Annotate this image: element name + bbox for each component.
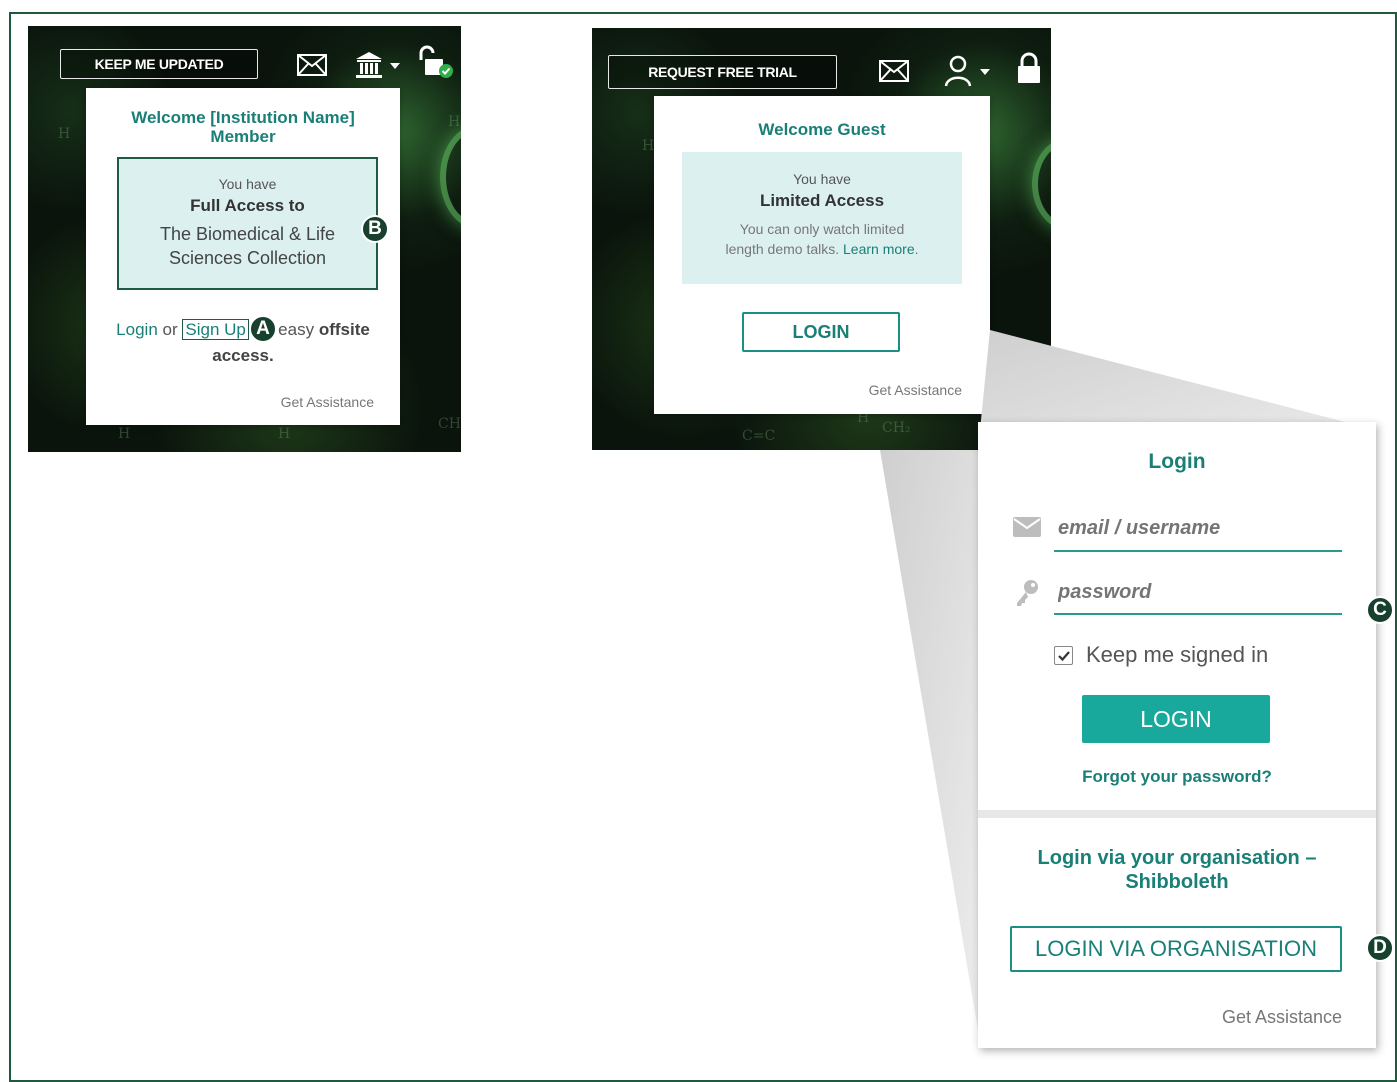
marker-d: D <box>1366 934 1394 962</box>
login-panel-title: Login <box>1148 450 1206 473</box>
org-title-line-1: Login via your organisation – <box>1037 847 1317 869</box>
email-username-input[interactable] <box>1058 510 1340 546</box>
keep-signed-in-label[interactable]: Keep me signed in <box>1086 642 1268 668</box>
marker-c: C <box>1366 596 1394 624</box>
key-icon <box>1012 578 1042 608</box>
keep-signed-in-checkbox[interactable] <box>1054 646 1073 665</box>
login-via-organisation-button[interactable]: LOGIN VIA ORGANISATION <box>1010 926 1342 972</box>
org-title-line-2: Shibboleth <box>1125 871 1229 893</box>
email-underline <box>1054 550 1342 552</box>
section-divider <box>978 810 1376 818</box>
password-input[interactable] <box>1058 574 1340 610</box>
forgot-password-link[interactable]: Forgot your password? <box>978 767 1376 787</box>
login-submit-button[interactable]: LOGIN <box>1082 695 1270 743</box>
envelope-icon <box>1012 516 1042 538</box>
login-panel: Login Keep me signed in LOGIN Forgot you… <box>978 422 1376 1048</box>
get-assistance-link[interactable]: Get Assistance <box>1222 1007 1342 1028</box>
organisation-login-heading: Login via your organisation – Shibboleth <box>978 846 1376 894</box>
password-underline <box>1054 613 1342 615</box>
